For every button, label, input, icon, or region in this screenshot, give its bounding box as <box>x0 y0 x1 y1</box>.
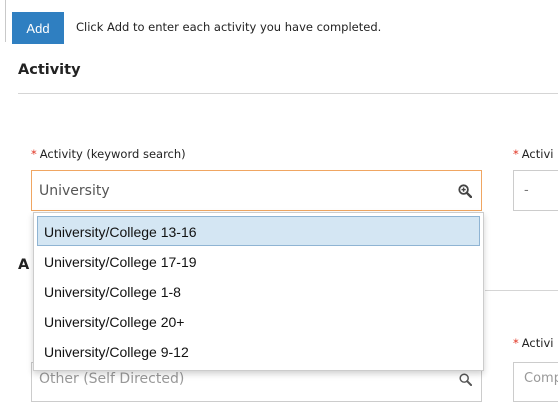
activity-search-input[interactable]: University <box>31 170 482 211</box>
dropdown-option[interactable]: University/College 17-19 <box>37 246 480 276</box>
activity-type-label-text: Activi <box>521 147 554 161</box>
required-marker: * <box>31 147 37 161</box>
activity-autocomplete-dropdown: University/College 13-16 University/Coll… <box>33 212 484 371</box>
next-section-divider <box>485 290 558 291</box>
dropdown-option[interactable]: University/College 20+ <box>37 306 480 336</box>
next-activity-type-label: * Activi <box>513 336 553 350</box>
dropdown-option[interactable]: University/College 13-16 <box>37 216 480 246</box>
activity-type-select[interactable]: - <box>513 170 558 211</box>
magnifier-plus-icon[interactable] <box>459 373 472 386</box>
next-activity-type-label-text: Activi <box>521 336 554 350</box>
section-divider <box>18 93 558 94</box>
next-activity-search-value: Other (Self Directed) <box>39 371 185 387</box>
add-button[interactable]: Add <box>12 12 64 44</box>
dropdown-option[interactable]: University/College 1-8 <box>37 276 480 306</box>
left-edge-divider <box>0 0 6 42</box>
required-marker: * <box>513 336 519 350</box>
next-activity-type-select[interactable]: Comp <box>513 362 558 402</box>
activity-search-label: * Activity (keyword search) <box>31 147 186 161</box>
magnifier-plus-icon[interactable] <box>458 184 472 198</box>
required-marker: * <box>513 147 519 161</box>
activity-type-label: * Activi <box>513 147 553 161</box>
activity-search-value: University <box>39 182 110 199</box>
add-instruction-text: Click Add to enter each activity you hav… <box>76 20 382 34</box>
section-title-activity: Activity <box>18 62 81 78</box>
dropdown-option[interactable]: University/College 9-12 <box>37 336 480 366</box>
activity-search-label-text: Activity (keyword search) <box>39 147 186 161</box>
next-section-title: A <box>18 257 30 273</box>
